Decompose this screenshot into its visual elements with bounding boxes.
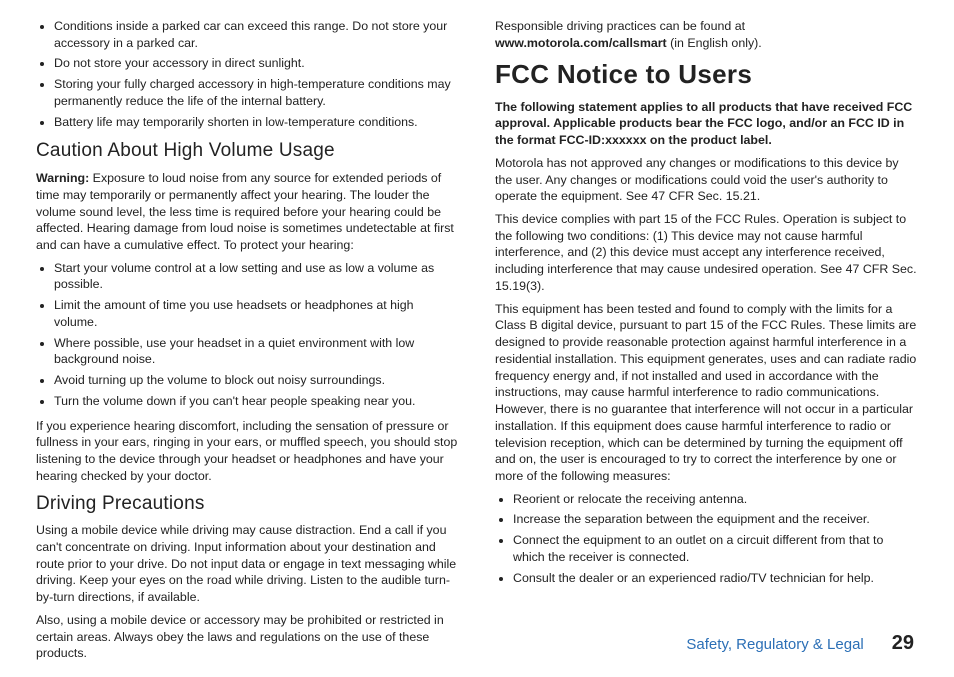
- warning-label: Warning:: [36, 171, 89, 185]
- right-column: Responsible driving practices can be fou…: [495, 18, 918, 620]
- footer-section-label: Safety, Regulatory & Legal: [686, 636, 863, 653]
- top-bullet-list: Conditions inside a parked car can excee…: [36, 18, 459, 130]
- fcc-paragraph-2: This device complies with part 15 of the…: [495, 211, 918, 295]
- list-item: Where possible, use your headset in a qu…: [54, 335, 459, 368]
- fcc-bullet-list: Reorient or relocate the receiving anten…: [495, 491, 918, 587]
- driving-paragraph-1: Using a mobile device while driving may …: [36, 522, 459, 606]
- driving-link-suffix: (in English only).: [667, 36, 762, 50]
- page-body: Conditions inside a parked car can excee…: [0, 0, 954, 632]
- heading-driving: Driving Precautions: [36, 491, 459, 517]
- list-item: Storing your fully charged accessory in …: [54, 76, 459, 109]
- fcc-paragraph-1: Motorola has not approved any changes or…: [495, 155, 918, 205]
- list-item: Limit the amount of time you use headset…: [54, 297, 459, 330]
- list-item: Battery life may temporarily shorten in …: [54, 114, 459, 131]
- driving-paragraph-2: Also, using a mobile device or accessory…: [36, 612, 459, 662]
- list-item: Increase the separation between the equi…: [513, 511, 918, 528]
- heading-fcc: FCC Notice to Users: [495, 57, 918, 92]
- warning-text: Exposure to loud noise from any source f…: [36, 171, 454, 252]
- heading-volume: Caution About High Volume Usage: [36, 138, 459, 164]
- list-item: Do not store your accessory in direct su…: [54, 55, 459, 72]
- driving-link-paragraph: Responsible driving practices can be fou…: [495, 18, 918, 51]
- footer-page-number: 29: [892, 632, 914, 655]
- driving-link-url: www.motorola.com/callsmart: [495, 36, 667, 50]
- list-item: Connect the equipment to an outlet on a …: [513, 532, 918, 565]
- list-item: Reorient or relocate the receiving anten…: [513, 491, 918, 508]
- volume-bullet-list: Start your volume control at a low setti…: [36, 260, 459, 410]
- volume-after-paragraph: If you experience hearing discomfort, in…: [36, 418, 459, 485]
- list-item: Consult the dealer or an experienced rad…: [513, 570, 918, 587]
- fcc-paragraph-3: This equipment has been tested and found…: [495, 301, 918, 485]
- driving-link-prefix: Responsible driving practices can be fou…: [495, 19, 745, 33]
- list-item: Turn the volume down if you can't hear p…: [54, 393, 459, 410]
- list-item: Start your volume control at a low setti…: [54, 260, 459, 293]
- left-column: Conditions inside a parked car can excee…: [36, 18, 459, 620]
- list-item: Conditions inside a parked car can excee…: [54, 18, 459, 51]
- volume-warning-paragraph: Warning: Exposure to loud noise from any…: [36, 170, 459, 254]
- list-item: Avoid turning up the volume to block out…: [54, 372, 459, 389]
- fcc-bold-statement: The following statement applies to all p…: [495, 99, 918, 149]
